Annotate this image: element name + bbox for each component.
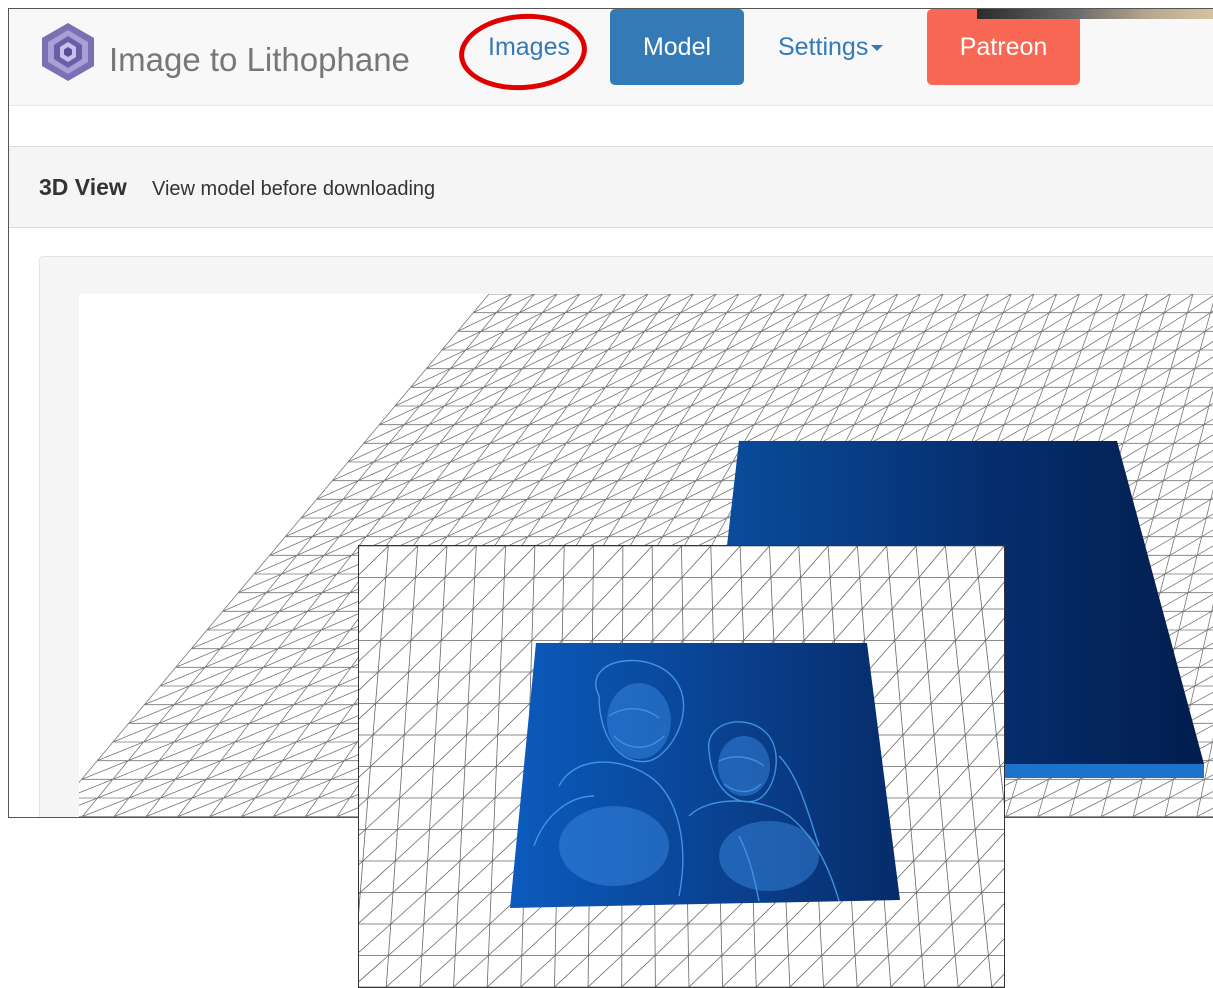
brand-name[interactable]: Image to Lithophane [109, 41, 410, 79]
panel-title: 3D View [39, 174, 127, 200]
panel-heading: 3D View View model before downloading [9, 146, 1213, 228]
hexagon-logo-icon[interactable] [37, 21, 99, 83]
navbar: Image to Lithophane Images Model Setting… [9, 9, 1213, 106]
nav-settings-label: Settings [778, 33, 869, 61]
caret-down-icon [871, 45, 884, 52]
nav-patreon-button[interactable]: Patreon [927, 9, 1080, 85]
nav-patreon-label: Patreon [959, 32, 1048, 61]
panel-subtitle: View model before downloading [152, 178, 436, 200]
zoomed-model-inset [358, 545, 1005, 988]
nav-model-label: Model [642, 32, 712, 61]
corner-photo-thumbnail [977, 9, 1213, 19]
annotation-circle [456, 9, 590, 95]
nav-model-button[interactable]: Model [610, 9, 744, 85]
nav-settings-dropdown[interactable]: Settings [778, 33, 884, 62]
